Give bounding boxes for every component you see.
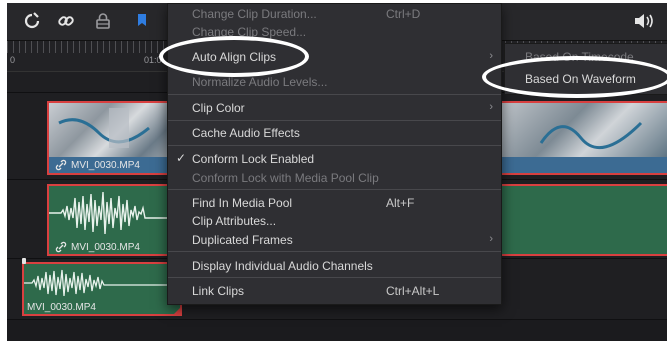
timeline-panel: 0 01:0 MVI_0030.MP4 MVI_0030.MP4 MVI_003… (7, 3, 667, 341)
video-thumbnail (49, 103, 175, 157)
menu-item-conform-lock-enabled[interactable]: ✓ Conform Lock Enabled (168, 149, 501, 169)
audio-clip-linked[interactable]: MVI_0030.MP4 (47, 184, 177, 256)
flag-icon[interactable] (134, 9, 150, 33)
audio-clip-selected[interactable]: MVI_0030.MP4 (22, 262, 182, 316)
lock-icon[interactable] (91, 9, 115, 33)
clip-corner-marker (174, 308, 180, 314)
chevron-right-icon: › (489, 101, 493, 113)
menu-item-cache-audio-effects[interactable]: Cache Audio Effects (168, 123, 501, 143)
menu-separator (168, 189, 501, 190)
menu-item-clip-color[interactable]: Clip Color › (168, 98, 501, 118)
menu-item-duplicated-frames[interactable]: Duplicated Frames › (168, 230, 501, 250)
checkmark-icon: ✓ (176, 151, 187, 165)
menu-separator (168, 277, 501, 278)
video-clip-label-row: MVI_0030.MP4 (55, 159, 140, 171)
audio-clip-name: MVI_0030.MP4 (27, 302, 96, 313)
app-root: 0 01:0 MVI_0030.MP4 MVI_0030.MP4 MVI_003… (0, 0, 669, 343)
highlight-oval (159, 36, 309, 77)
menu-separator (168, 145, 501, 146)
link-icon (55, 159, 67, 171)
link-icon (55, 241, 67, 253)
audio-waveform (24, 269, 180, 297)
video-clip-name: MVI_0030.MP4 (71, 159, 140, 171)
menu-item-conform-lock-media-pool[interactable]: Conform Lock with Media Pool Clip (168, 168, 501, 188)
audio-clip-label-row: MVI_0030.MP4 (27, 302, 96, 313)
menu-separator (168, 94, 501, 95)
ruler-timecode: 0 (10, 55, 16, 65)
link-icon[interactable] (54, 9, 78, 33)
highlight-oval (482, 56, 667, 98)
menu-item-display-audio-channels[interactable]: Display Individual Audio Channels (168, 256, 501, 276)
video-thumbnail (501, 103, 667, 157)
audio-clip-name: MVI_0030.MP4 (71, 241, 140, 253)
menu-item-change-clip-duration[interactable]: Change Clip Duration... Ctrl+D (168, 4, 501, 24)
menu-item-link-clips[interactable]: Link Clips Ctrl+Alt+L (168, 281, 501, 301)
chevron-right-icon: › (489, 233, 493, 245)
speaker-icon[interactable] (629, 9, 659, 33)
menu-item-find-in-media-pool[interactable]: Find In Media Pool Alt+F (168, 193, 501, 213)
track-empty (7, 320, 667, 341)
video-clip-continuation[interactable] (501, 101, 667, 175)
audio-clip-continuation[interactable] (501, 184, 667, 256)
playhead-marker[interactable] (22, 258, 26, 264)
menu-separator (168, 251, 501, 252)
chevron-right-icon: › (489, 50, 493, 62)
menu-separator (168, 120, 501, 121)
audio-clip-label-row: MVI_0030.MP4 (55, 241, 140, 253)
menu-item-clip-attributes[interactable]: Clip Attributes... (168, 211, 501, 231)
razor-edit-icon[interactable] (20, 9, 44, 33)
audio-waveform (49, 191, 175, 235)
video-clip[interactable]: MVI_0030.MP4 (47, 101, 177, 175)
